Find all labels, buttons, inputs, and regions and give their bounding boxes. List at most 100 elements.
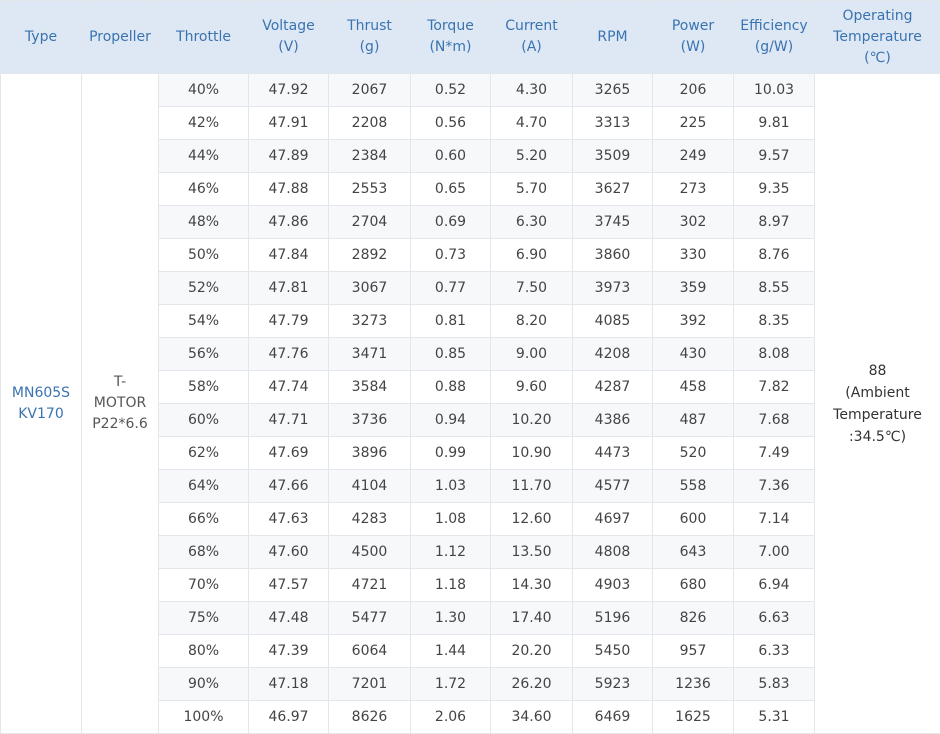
throttle-cell: 70% [158, 568, 249, 602]
text-line: Voltage [262, 18, 315, 34]
throttle-cell: 100% [158, 700, 249, 734]
power-cell: 225 [652, 106, 734, 140]
voltage-cell: 47.91 [248, 106, 329, 140]
efficiency-cell: 7.36 [733, 469, 815, 503]
torque-cell: 0.77 [410, 271, 491, 305]
header-row: Type Propeller Throttle Voltage (V) Thrust (g)… [0, 0, 940, 74]
thrust-cell: 3896 [328, 436, 411, 470]
throttle-cell: 48% [158, 205, 249, 239]
voltage-cell: 47.76 [248, 337, 329, 371]
current-cell: 7.50 [490, 271, 573, 305]
rpm-cell: 5923 [572, 667, 653, 701]
thrust-cell: 6064 [328, 634, 411, 668]
thrust-cell: 7201 [328, 667, 411, 701]
torque-cell: 0.60 [410, 139, 491, 173]
text-line: (g/W) [754, 39, 794, 55]
voltage-cell: 47.74 [248, 370, 329, 404]
throttle-cell: 42% [158, 106, 249, 140]
power-cell: 520 [652, 436, 734, 470]
power-cell: 1236 [652, 667, 734, 701]
current-cell: 10.20 [490, 403, 573, 437]
current-cell: 4.70 [490, 106, 573, 140]
throttle-cell: 62% [158, 436, 249, 470]
efficiency-cell: 7.00 [733, 535, 815, 569]
efficiency-cell: 7.68 [733, 403, 815, 437]
throttle-cell: 52% [158, 271, 249, 305]
text-line: (g) [359, 39, 380, 55]
efficiency-cell: 7.14 [733, 502, 815, 536]
column-header-throttle: Throttle [158, 0, 249, 74]
efficiency-cell: 8.08 [733, 337, 815, 371]
power-cell: 1625 [652, 700, 734, 734]
torque-cell: 1.08 [410, 502, 491, 536]
torque-cell: 0.65 [410, 172, 491, 206]
thrust-cell: 8626 [328, 700, 411, 734]
current-cell: 34.60 [490, 700, 573, 734]
rpm-cell: 4808 [572, 535, 653, 569]
torque-cell: 0.94 [410, 403, 491, 437]
current-cell: 4.30 [490, 73, 573, 107]
torque-cell: 0.56 [410, 106, 491, 140]
throttle-cell: 58% [158, 370, 249, 404]
current-cell: 26.20 [490, 667, 573, 701]
thrust-cell: 3736 [328, 403, 411, 437]
current-cell: 5.20 [490, 139, 573, 173]
efficiency-cell: 8.76 [733, 238, 815, 272]
rpm-cell: 4287 [572, 370, 653, 404]
column-header-efficiency: Efficiency (g/W) [733, 0, 815, 74]
voltage-cell: 47.66 [248, 469, 329, 503]
text-line: (N*m) [429, 39, 472, 55]
text-line: Operating [842, 7, 913, 24]
voltage-cell: 47.39 [248, 634, 329, 668]
rpm-cell: 5450 [572, 634, 653, 668]
table-header: Type Propeller Throttle Voltage (V) Thrust (g)… [0, 0, 940, 74]
efficiency-cell: 5.31 [733, 700, 815, 734]
voltage-cell: 47.57 [248, 568, 329, 602]
voltage-cell: 47.48 [248, 601, 329, 635]
throttle-cell: 46% [158, 172, 249, 206]
text-line: MN605S [11, 384, 71, 401]
power-cell: 826 [652, 601, 734, 635]
text-line: P22*6.6 [92, 416, 148, 432]
throttle-cell: 80% [158, 634, 249, 668]
efficiency-cell: 10.03 [733, 73, 815, 107]
voltage-cell: 47.18 [248, 667, 329, 701]
motor-type-cell: MN605S KV170 [0, 73, 82, 734]
text-line: MOTOR [93, 395, 147, 411]
torque-cell: 2.06 [410, 700, 491, 734]
torque-cell: 0.99 [410, 436, 491, 470]
column-header-rpm: RPM [572, 0, 653, 74]
efficiency-cell: 9.35 [733, 172, 815, 206]
propeller-cell: T- MOTOR P22*6.6 [81, 73, 159, 734]
thrust-cell: 3471 [328, 337, 411, 371]
power-cell: 643 [652, 535, 734, 569]
text-line: Torque [427, 18, 474, 34]
torque-cell: 1.18 [410, 568, 491, 602]
power-cell: 487 [652, 403, 734, 437]
voltage-cell: 47.79 [248, 304, 329, 338]
thrust-cell: 2892 [328, 238, 411, 272]
text-line: (Ambient [845, 384, 910, 401]
text-line: RPM [597, 28, 628, 45]
throttle-cell: 44% [158, 139, 249, 173]
thrust-cell: 4721 [328, 568, 411, 602]
efficiency-cell: 8.97 [733, 205, 815, 239]
throttle-cell: 66% [158, 502, 249, 536]
text-line: Thrust [347, 18, 392, 34]
column-header-voltage: Voltage (V) [248, 0, 329, 74]
throttle-cell: 75% [158, 601, 249, 635]
throttle-cell: 56% [158, 337, 249, 371]
efficiency-cell: 9.81 [733, 106, 815, 140]
text-line: Type [24, 28, 58, 45]
rpm-cell: 3509 [572, 139, 653, 173]
current-cell: 9.00 [490, 337, 573, 371]
torque-cell: 0.73 [410, 238, 491, 272]
power-cell: 249 [652, 139, 734, 173]
motor-test-data-table: Type Propeller Throttle Voltage (V) Thrust (g)… [0, 0, 940, 734]
throttle-cell: 40% [158, 73, 249, 107]
torque-cell: 0.85 [410, 337, 491, 371]
current-cell: 8.20 [490, 304, 573, 338]
torque-cell: 1.03 [410, 469, 491, 503]
rpm-cell: 3860 [572, 238, 653, 272]
efficiency-cell: 5.83 [733, 667, 815, 701]
